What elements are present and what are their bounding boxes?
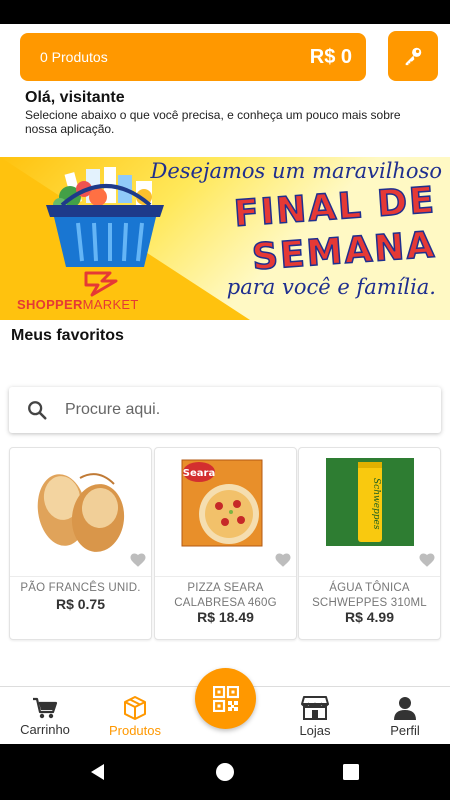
- cart-count: 0 Produtos: [40, 49, 108, 65]
- product-price: R$ 4.99: [344, 609, 395, 625]
- home-icon[interactable]: [215, 762, 235, 782]
- nav-label: Produtos: [108, 722, 162, 738]
- banner-subtitle: para você e família.: [226, 275, 436, 299]
- product-name: PÃO FRANCÊS UNID.: [20, 582, 141, 594]
- favorite-heart-icon[interactable]: [418, 551, 436, 569]
- greeting-text: Selecione abaixo o que você precisa, e c…: [25, 108, 401, 136]
- person-icon: [394, 696, 416, 720]
- nav-label: Perfil: [390, 722, 420, 738]
- nav-item-lojas[interactable]: Lojas: [270, 687, 360, 745]
- card-divider: [10, 576, 151, 577]
- back-icon[interactable]: [89, 763, 107, 781]
- logo-text: SHOPPERMARKET: [17, 297, 139, 312]
- key-icon: [405, 47, 422, 66]
- nav-item-produtos[interactable]: Produtos: [90, 687, 180, 745]
- store-icon: [301, 695, 329, 720]
- system-navigation-bar: [0, 744, 450, 800]
- promo-banner[interactable]: SHOPPERMARKET Desejamos um maravilhoso F…: [0, 157, 450, 320]
- cart-summary-button[interactable]: 0 Produtos R$ 0: [20, 33, 366, 81]
- qr-code-icon: [212, 685, 239, 712]
- cart-total: R$ 0: [309, 45, 352, 68]
- favorite-heart-icon[interactable]: [274, 551, 292, 569]
- nav-item-carrinho[interactable]: Carrinho: [0, 687, 90, 745]
- nav-item-perfil[interactable]: Perfil: [360, 687, 450, 745]
- status-bar: [0, 0, 450, 24]
- greeting-title: Olá, visitante: [25, 89, 125, 106]
- logo-mark-icon: [84, 271, 118, 297]
- product-name: ÁGUA TÔNICA SCHWEPPES 310ML: [312, 582, 427, 609]
- search-input[interactable]: [65, 401, 415, 419]
- card-divider: [299, 576, 440, 577]
- banner-title-line-2: SEMANA: [250, 224, 438, 279]
- nav-label: Carrinho: [20, 721, 70, 737]
- qr-code-button[interactable]: [195, 668, 256, 729]
- favorites-title: Meus favoritos: [11, 327, 124, 344]
- product-card[interactable]: PÃO FRANCÊS UNID. R$ 0.75: [9, 447, 152, 640]
- recents-icon[interactable]: [342, 763, 360, 781]
- logo-brand: SHOPPER: [17, 297, 83, 312]
- search-icon[interactable]: [9, 399, 65, 421]
- login-button[interactable]: [388, 31, 438, 81]
- package-brand-can: Schweppes: [371, 478, 381, 530]
- logo-suffix: MARKET: [82, 297, 139, 312]
- product-card[interactable]: Schweppes ÁGUA TÔNICA SCHWEPPES 310ML R$…: [298, 447, 441, 640]
- banner-headline: Desejamos um maravilhoso: [150, 159, 443, 183]
- shopper-market-logo: SHOPPERMARKET: [14, 269, 184, 315]
- favorite-heart-icon[interactable]: [129, 551, 147, 569]
- nav-label: Lojas: [299, 722, 331, 738]
- product-price: R$ 0.75: [55, 596, 106, 612]
- cart-icon: [33, 697, 58, 718]
- search-bar[interactable]: [9, 387, 441, 433]
- package-brand-pizza: Seara: [183, 468, 215, 479]
- product-price: R$ 18.49: [197, 609, 254, 625]
- card-divider: [155, 576, 296, 577]
- product-name: PIZZA SEARA CALABRESA 460G: [174, 582, 277, 609]
- product-card[interactable]: Seara PIZZA SEARA CALABRESA 460G R$ 18.4…: [154, 447, 297, 640]
- box-icon: [124, 695, 146, 720]
